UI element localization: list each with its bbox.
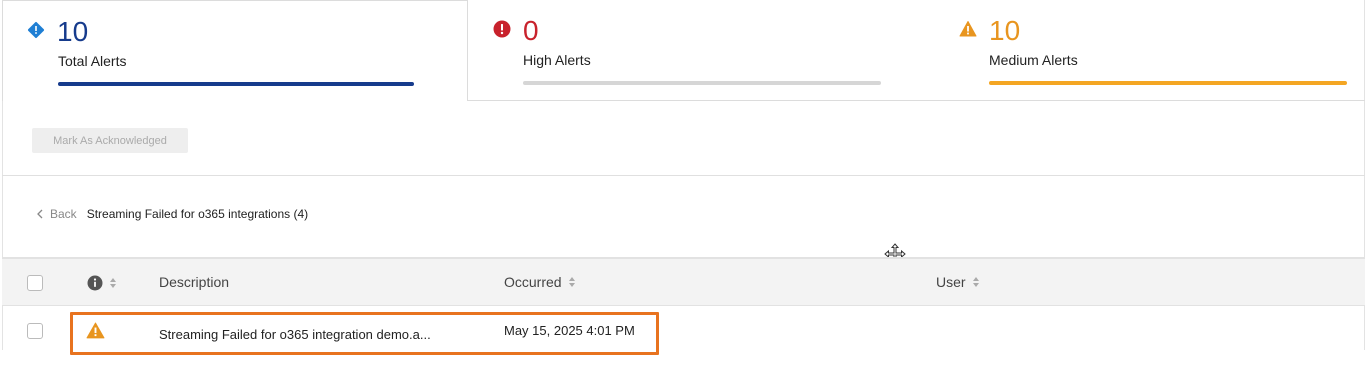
tab-high-alerts[interactable]: 0 High Alerts — [468, 0, 934, 101]
mark-as-acknowledged-button[interactable]: Mark As Acknowledged — [32, 128, 188, 153]
severity-column-header[interactable] — [87, 275, 117, 291]
highlight-box — [70, 312, 659, 355]
section-divider — [2, 175, 1365, 176]
back-link[interactable]: Back — [36, 207, 77, 221]
high-alerts-bar — [523, 81, 881, 85]
sort-icon — [110, 278, 116, 288]
diamond-info-icon — [27, 21, 45, 39]
occurred-header-label: Occurred — [504, 274, 562, 290]
warning-triangle-icon — [959, 21, 977, 37]
high-alerts-count: 0 — [523, 15, 539, 46]
occurred-column-header[interactable]: Occurred — [504, 274, 576, 290]
tab-total-alerts[interactable]: 10 Total Alerts — [2, 0, 468, 101]
breadcrumb-title: Streaming Failed for o365 integrations (… — [86, 207, 309, 221]
info-circle-icon — [87, 275, 103, 291]
chevron-left-icon — [37, 209, 43, 219]
user-column-header[interactable]: User — [936, 274, 980, 290]
back-label: Back — [50, 207, 77, 221]
sort-icon — [972, 277, 979, 287]
description-column-header[interactable]: Description — [159, 274, 229, 290]
select-all-checkbox[interactable] — [27, 275, 43, 291]
total-alerts-bar — [58, 82, 414, 86]
alert-summary-tabs: 10 Total Alerts 0 High Alerts 10 Medium … — [2, 0, 1365, 101]
total-alerts-label: Total Alerts — [58, 53, 127, 69]
user-header-label: User — [936, 274, 966, 290]
medium-alerts-bar — [989, 81, 1347, 85]
high-alerts-label: High Alerts — [523, 52, 591, 68]
table-header: Description Occurred User — [2, 257, 1365, 306]
row-select-checkbox[interactable] — [27, 323, 43, 339]
description-header-label: Description — [159, 274, 230, 290]
sort-icon — [568, 277, 575, 287]
medium-alerts-label: Medium Alerts — [989, 52, 1078, 68]
circle-exclamation-icon — [493, 20, 511, 38]
tab-medium-alerts[interactable]: 10 Medium Alerts — [934, 0, 1365, 101]
total-alerts-count: 10 — [57, 16, 89, 47]
medium-alerts-count: 10 — [989, 15, 1021, 46]
breadcrumb: Back Streaming Failed for o365 integrati… — [36, 207, 308, 221]
